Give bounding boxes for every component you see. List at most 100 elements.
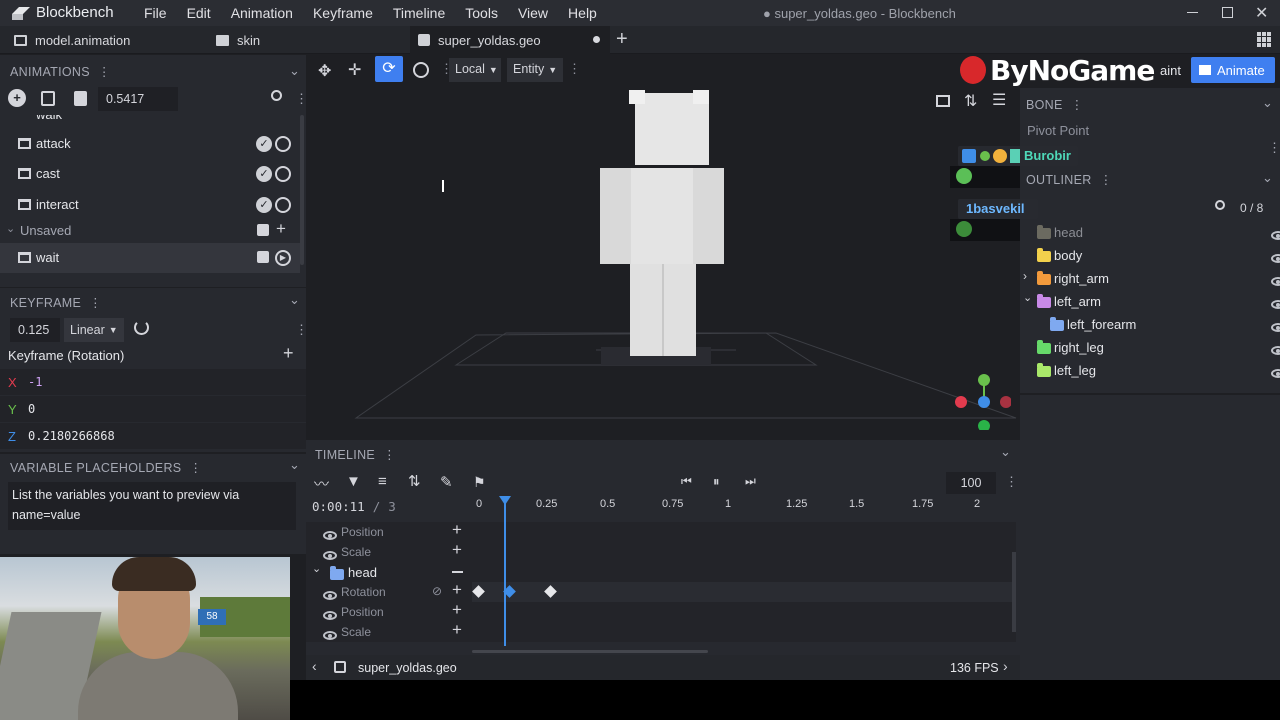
pencil-icon[interactable]: ✎ — [440, 473, 453, 491]
keyframe-diamond[interactable] — [472, 585, 485, 598]
graph-editor-icon[interactable]: 〰 — [314, 473, 329, 494]
unsaved-dot-icon[interactable] — [593, 36, 600, 43]
tab-model-animation[interactable]: model.animation — [10, 26, 200, 54]
eye-icon[interactable] — [323, 611, 337, 620]
grid-menu-icon[interactable] — [1257, 32, 1272, 47]
keyframe-diamond[interactable] — [544, 585, 557, 598]
channel-row[interactable]: Scale + — [306, 620, 472, 642]
reset-icon[interactable] — [134, 320, 149, 335]
chevron-down-icon[interactable]: ⌄ — [1023, 291, 1032, 304]
collapse-icon[interactable]: ⌄ — [289, 63, 300, 79]
playhead[interactable] — [504, 496, 506, 646]
outliner-item-right-arm[interactable]: › right_arm — [1020, 267, 1280, 290]
3d-viewport[interactable]: ⇅ ☰ — [306, 85, 1020, 437]
check-icon[interactable]: ✓ — [256, 136, 272, 152]
scrollbar[interactable] — [1012, 552, 1016, 632]
menu-timeline[interactable]: Timeline — [383, 5, 455, 21]
add-keyframe-icon[interactable]: + — [452, 540, 462, 560]
eye-icon[interactable] — [1270, 346, 1280, 355]
animate-mode-tab[interactable]: Animate — [1191, 57, 1275, 83]
channel-row[interactable]: Scale + — [306, 540, 472, 562]
add-keyframe-icon[interactable]: + — [452, 600, 462, 620]
translate-icon[interactable]: ✛ — [348, 60, 361, 80]
eye-icon[interactable] — [1270, 323, 1280, 332]
y-value-field[interactable]: Y 0 — [0, 396, 306, 422]
sort-icon[interactable]: ⇅ — [408, 472, 421, 490]
chevron-right-icon[interactable]: › — [1023, 269, 1027, 283]
search-icon[interactable] — [271, 90, 282, 101]
menu-view[interactable]: View — [508, 5, 558, 21]
save-icon[interactable] — [257, 224, 269, 236]
skip-end-icon[interactable]: ⏭ — [745, 474, 756, 489]
menu-help[interactable]: Help — [558, 5, 607, 21]
chevron-right-icon[interactable]: › — [1003, 658, 1008, 674]
add-keyframe-icon[interactable]: + — [452, 580, 462, 600]
eye-icon[interactable] — [1270, 369, 1280, 378]
menu-icon[interactable]: ☰ — [992, 90, 1006, 110]
add-keyframe-icon[interactable]: + — [452, 620, 462, 640]
bone-row-head[interactable]: ⌄ head — [306, 562, 472, 582]
z-value-field[interactable]: Z 0.2180266868 — [0, 423, 306, 449]
screenshot-icon[interactable] — [936, 95, 950, 107]
eye-icon[interactable] — [323, 591, 337, 600]
playhead-handle[interactable] — [499, 496, 511, 505]
add-datapoint-button[interactable]: + — [283, 343, 294, 364]
check-icon[interactable]: ✓ — [256, 197, 272, 213]
move-tool-icon[interactable]: ✥ — [318, 61, 331, 81]
outliner-item-left-forearm[interactable]: left_forearm — [1020, 313, 1280, 336]
horizontal-scrollbar[interactable] — [472, 650, 708, 653]
save-icon[interactable] — [257, 251, 269, 263]
paint-mode-tab[interactable]: aint — [1160, 63, 1181, 78]
interpolation-select[interactable]: Linear ▼ — [64, 318, 124, 342]
collapse-icon[interactable]: ⌄ — [1262, 95, 1273, 111]
pause-icon[interactable]: ⏸ — [713, 474, 720, 490]
more-icon[interactable]: ⋮ — [1268, 140, 1280, 156]
rotate-tool-icon[interactable]: ⟳ — [375, 56, 403, 82]
animation-item-attack[interactable]: attack ✓ — [0, 129, 300, 159]
tab-super-yoldas[interactable]: super_yoldas.geo — [410, 26, 610, 54]
axis-gizmo[interactable] — [951, 370, 1011, 430]
add-keyframe-icon[interactable]: + — [452, 520, 462, 540]
collapse-icon[interactable]: ⌄ — [289, 457, 300, 473]
chevron-down-icon[interactable]: ⌄ — [312, 562, 321, 575]
save-file-icon[interactable] — [74, 91, 87, 106]
eye-icon[interactable] — [323, 551, 337, 560]
minimize-icon[interactable] — [1187, 12, 1198, 13]
menu-file[interactable]: File — [134, 5, 177, 21]
tab-skin[interactable]: skin — [212, 26, 402, 54]
more-icon[interactable]: ⋮ — [1005, 474, 1018, 490]
restore-icon[interactable] — [1222, 7, 1233, 18]
play-toggle-icon[interactable] — [275, 166, 291, 182]
check-icon[interactable]: ✓ — [256, 166, 272, 182]
skip-start-icon[interactable]: ⏮ — [681, 474, 692, 489]
keyframe-track[interactable] — [472, 582, 1012, 602]
add-icon[interactable]: + — [276, 219, 286, 239]
camera-angle-icon[interactable]: ⇅ — [964, 91, 977, 111]
flag-icon[interactable]: ⚑ — [473, 474, 486, 491]
scrollbar[interactable] — [300, 115, 304, 265]
eye-icon[interactable] — [1270, 254, 1280, 263]
collapse-icon[interactable]: ⌄ — [1262, 170, 1273, 186]
outliner-item-left-arm[interactable]: ⌄ left_arm — [1020, 290, 1280, 313]
collapse-bone-icon[interactable] — [452, 571, 463, 573]
chevron-left-icon[interactable]: ‹ — [312, 658, 317, 674]
menu-edit[interactable]: Edit — [177, 5, 221, 21]
play-icon[interactable]: ▶ — [275, 250, 291, 266]
x-value-field[interactable]: X -1 — [0, 369, 306, 395]
animation-item-interact[interactable]: interact ✓ — [0, 190, 300, 220]
playback-speed-input[interactable]: 100 — [946, 472, 996, 494]
eye-icon[interactable] — [323, 531, 337, 540]
menu-tools[interactable]: Tools — [455, 5, 508, 21]
collapse-icon[interactable]: ⌄ — [1000, 444, 1011, 460]
add-animation-button[interactable]: + — [8, 89, 26, 107]
eye-icon[interactable] — [1270, 300, 1280, 309]
load-file-icon[interactable] — [41, 91, 55, 106]
variables-textarea[interactable]: List the variables you want to preview v… — [8, 482, 296, 530]
animation-length-input[interactable]: 0.5417 — [98, 87, 178, 111]
character-model[interactable] — [599, 90, 729, 360]
outliner-item-right-leg[interactable]: right_leg — [1020, 336, 1280, 359]
timeline-ruler[interactable]: 0 0.25 0.5 0.75 1 1.25 1.5 1.75 2 — [472, 496, 1012, 516]
eye-icon[interactable] — [323, 631, 337, 640]
menu-animation[interactable]: Animation — [221, 5, 303, 21]
play-toggle-icon[interactable] — [275, 136, 291, 152]
